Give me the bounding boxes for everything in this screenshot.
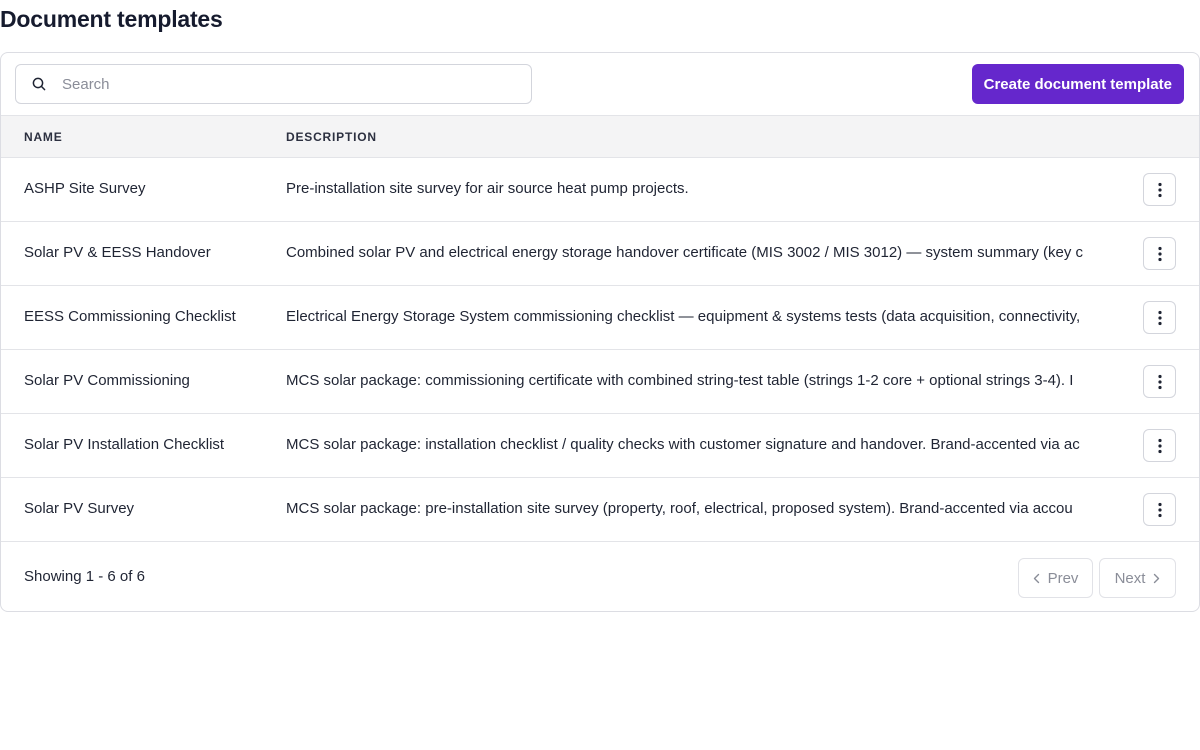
template-description: MCS solar package: installation checklis…: [286, 436, 1080, 453]
template-name[interactable]: Solar PV Installation Checklist: [24, 436, 224, 453]
template-name[interactable]: Solar PV & EESS Handover: [24, 244, 211, 261]
table-row[interactable]: Solar PV Survey MCS solar package: pre-i…: [1, 478, 1199, 542]
template-name[interactable]: EESS Commissioning Checklist: [24, 308, 236, 325]
row-actions-button[interactable]: [1143, 493, 1176, 526]
table-row[interactable]: ASHP Site Survey Pre-installation site s…: [1, 158, 1199, 222]
templates-card: Create document template NAME DESCRIPTIO…: [0, 52, 1200, 612]
row-actions-button[interactable]: [1143, 173, 1176, 206]
template-description: MCS solar package: pre-installation site…: [286, 500, 1073, 517]
more-vertical-icon: [1157, 246, 1162, 261]
next-page-button[interactable]: Next: [1099, 558, 1176, 598]
prev-page-button[interactable]: Prev: [1018, 558, 1093, 598]
more-vertical-icon: [1157, 374, 1162, 389]
table-body: ASHP Site Survey Pre-installation site s…: [1, 158, 1199, 542]
row-actions-button[interactable]: [1143, 301, 1176, 334]
chevron-right-icon: [1154, 573, 1160, 583]
more-vertical-icon: [1157, 182, 1162, 197]
next-label: Next: [1114, 569, 1146, 587]
pagination-footer: Showing 1 - 6 of 6 Prev Next: [1, 542, 1199, 611]
template-description: MCS solar package: commissioning certifi…: [286, 372, 1074, 389]
table-row[interactable]: Solar PV Commissioning MCS solar package…: [1, 350, 1199, 414]
search-icon: [32, 77, 46, 91]
column-header-name: NAME: [24, 130, 63, 144]
table-row[interactable]: EESS Commissioning Checklist Electrical …: [1, 286, 1199, 350]
template-name[interactable]: ASHP Site Survey: [24, 180, 145, 197]
row-actions-button[interactable]: [1143, 237, 1176, 270]
template-name[interactable]: Solar PV Survey: [24, 500, 134, 517]
template-description: Electrical Energy Storage System commiss…: [286, 308, 1081, 325]
chevron-left-icon: [1033, 573, 1039, 583]
search-input[interactable]: [62, 75, 502, 93]
column-header-description: DESCRIPTION: [286, 130, 377, 144]
table-row[interactable]: Solar PV & EESS Handover Combined solar …: [1, 222, 1199, 286]
search-box[interactable]: [15, 64, 532, 104]
more-vertical-icon: [1157, 310, 1162, 325]
create-document-template-button[interactable]: Create document template: [971, 64, 1184, 104]
template-description: Pre-installation site survey for air sou…: [286, 180, 689, 197]
template-name[interactable]: Solar PV Commissioning: [24, 372, 190, 389]
prev-label: Prev: [1047, 569, 1079, 587]
template-description: Combined solar PV and electrical energy …: [286, 244, 1083, 261]
row-actions-button[interactable]: [1143, 365, 1176, 398]
more-vertical-icon: [1157, 502, 1162, 517]
pagination-summary: Showing 1 - 6 of 6: [24, 568, 145, 585]
toolbar: Create document template: [1, 53, 1199, 115]
table-row[interactable]: Solar PV Installation Checklist MCS sola…: [1, 414, 1199, 478]
page-title: Document templates: [0, 6, 223, 32]
table-header: NAME DESCRIPTION: [1, 115, 1199, 158]
row-actions-button[interactable]: [1143, 429, 1176, 462]
more-vertical-icon: [1157, 438, 1162, 453]
